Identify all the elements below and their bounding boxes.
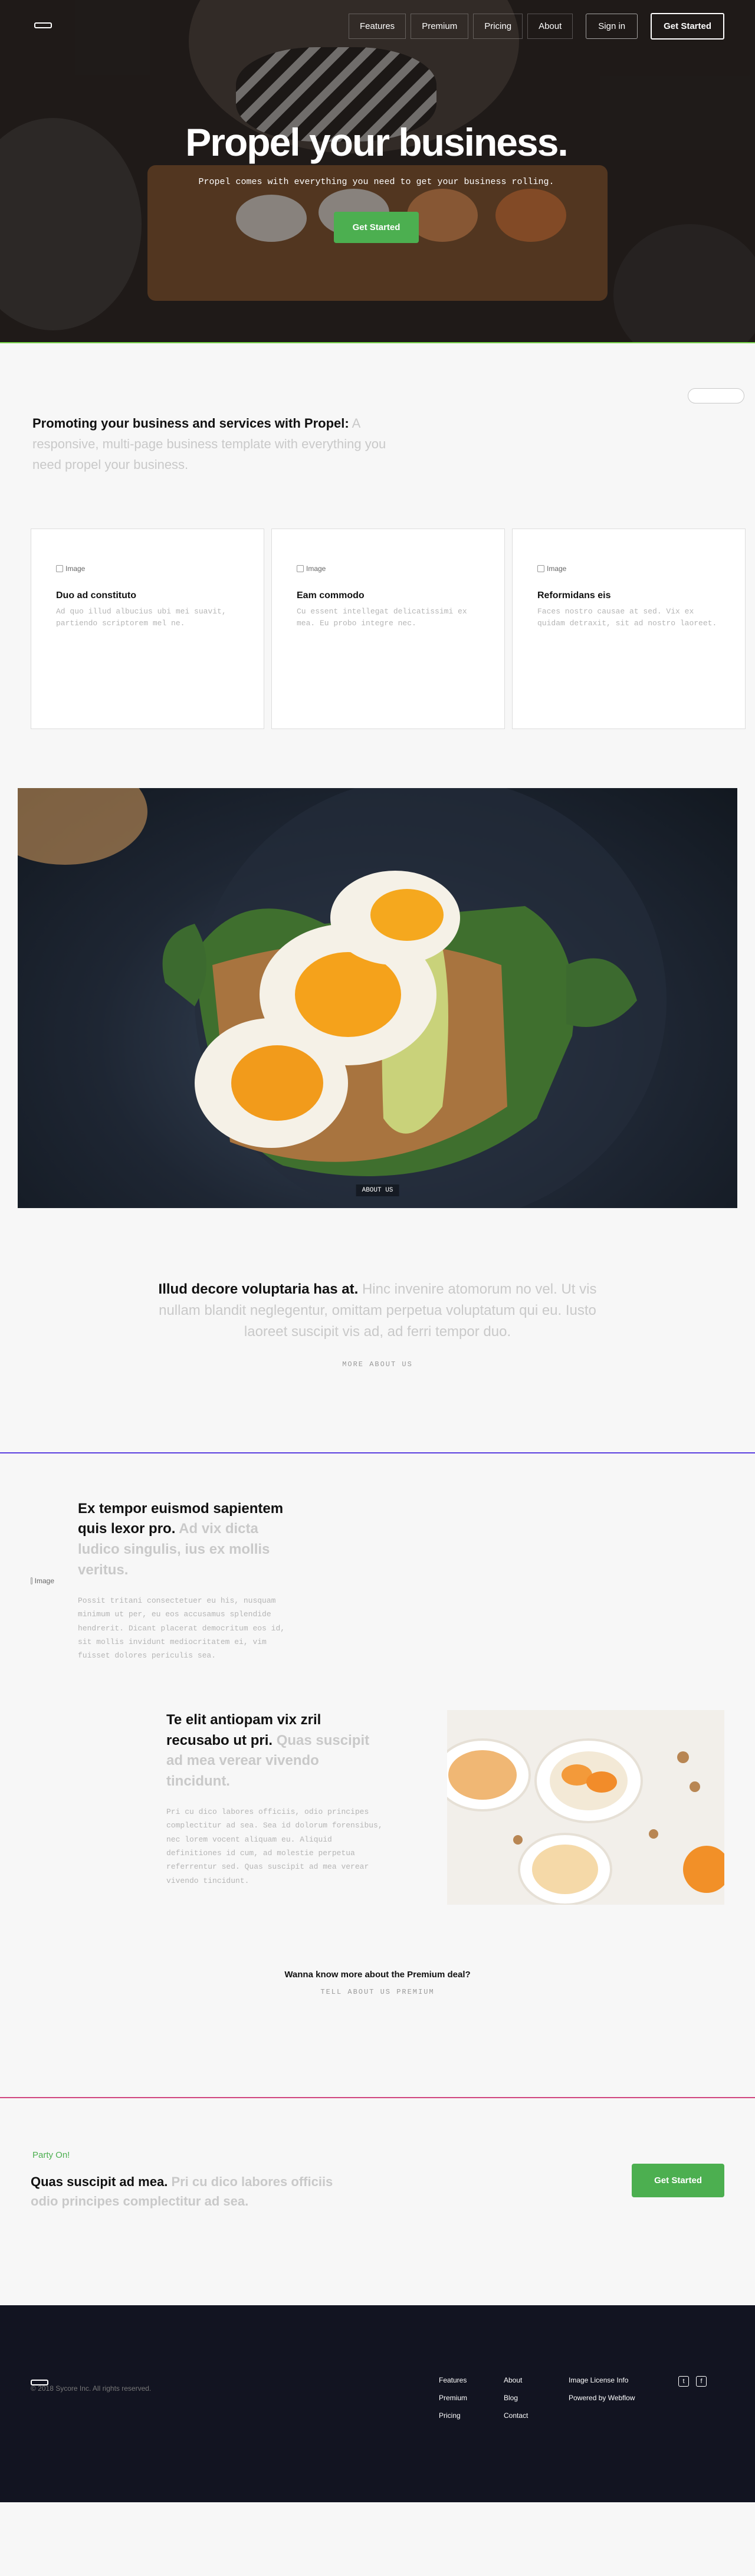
party-title-bold: Quas suscipit ad mea. <box>31 2174 168 2189</box>
footer-link-blog[interactable]: Blog <box>504 2394 563 2402</box>
hero-content: Propel your business. Propel comes with … <box>161 121 592 243</box>
footer-link-contact[interactable]: Contact <box>504 2411 563 2420</box>
hero-section: Features Premium Pricing About Sign in G… <box>0 0 755 342</box>
premium-cta: Wanna know more about the Premium deal? … <box>31 1970 724 1997</box>
food-photo-art <box>18 787 667 1208</box>
food-image-section: ABOUT US <box>0 787 755 1208</box>
footer-copyright: © 2018 Sycore Inc. All rights reserved. <box>31 2384 152 2393</box>
party-kicker: Party On! <box>32 2150 70 2160</box>
premium-block-text: Possit tritani consectetuer eu his, nusq… <box>78 1596 285 1661</box>
footer-link-image-license[interactable]: Image License Info <box>569 2376 672 2384</box>
footer: © 2018 Sycore Inc. All rights reserved. … <box>0 2305 755 2502</box>
features-intro-bold: Promoting your business and services wit… <box>32 416 349 431</box>
footer-brand: © 2018 Sycore Inc. All rights reserved. <box>31 2376 433 2420</box>
image-icon <box>297 565 304 572</box>
premium-block-1: Ex tempor euismod sapientem quis lexor p… <box>78 1499 302 1663</box>
image-icon <box>537 565 544 572</box>
nav-link-premium[interactable]: Premium <box>411 13 469 39</box>
hero-title: Propel your business. <box>185 120 569 164</box>
feature-card-text: Ad quo illud albucius ubi mei suavit, pa… <box>56 606 226 628</box>
image-icon <box>56 565 63 572</box>
premium-cta-link[interactable]: TELL ABOUT US PREMIUM <box>320 1988 434 1996</box>
feature-card-title: Duo ad constituto <box>56 590 136 600</box>
hero-subtitle: Propel comes with everything you need to… <box>198 176 554 187</box>
image-placeholder: Image <box>56 565 239 573</box>
about-text-bold: Illud decore voluptaria has at. <box>158 1281 359 1297</box>
premium-section: Image Ex tempor euismod sapientem quis l… <box>0 1428 755 2062</box>
logo-icon[interactable] <box>31 19 58 33</box>
feature-cards: Image Duo ad constituto Ad quo illud alb… <box>31 528 746 729</box>
toggle-pill[interactable] <box>688 388 744 403</box>
premium-block-title: Ex tempor euismod sapientem quis lexor p… <box>78 1499 302 1581</box>
image-placeholder: Image <box>297 565 480 573</box>
footer-link-features[interactable]: Features <box>439 2376 498 2384</box>
bowls-photo-art <box>447 1738 724 1905</box>
about-section: Illud decore voluptaria has at. Hinc inv… <box>0 1208 755 1428</box>
party-content: Party On! Quas suscipit ad mea. Pri cu d… <box>31 2150 632 2211</box>
facebook-icon[interactable]: f <box>696 2375 707 2387</box>
divider <box>0 1452 755 1453</box>
food-badge: ABOUT US <box>356 1184 399 1196</box>
feature-card: Image Eam commodo Cu essent intellegat d… <box>271 528 505 729</box>
image-placeholder: Image <box>537 565 720 573</box>
nav-link-about[interactable]: About <box>527 13 573 39</box>
footer-column-company: About Blog Contact <box>504 2376 563 2420</box>
party-get-started-button[interactable]: Get Started <box>632 2163 724 2197</box>
nav-link-pricing[interactable]: Pricing <box>473 13 523 39</box>
feature-card-title: Eam commodo <box>297 590 365 600</box>
more-about-us-link[interactable]: MORE ABOUT US <box>342 1360 413 1369</box>
feature-card-text: Cu essent intellegat delicatissimi ex me… <box>297 606 467 628</box>
nav-links: Features Premium Pricing About Sign in G… <box>348 12 724 40</box>
features-intro: Promoting your business and services wit… <box>32 413 386 475</box>
premium-cta-question: Wanna know more about the Premium deal? <box>284 1969 471 1980</box>
premium-block-2: Te elit antiopam vix zril recusabo ut pr… <box>31 1710 447 1905</box>
feature-card-text: Faces nostro causae at sed. Vix ex quida… <box>537 606 717 628</box>
image-icon <box>31 1577 32 1584</box>
footer-column-pages: Features Premium Pricing <box>439 2376 498 2420</box>
premium-block-title: Te elit antiopam vix zril recusabo ut pr… <box>166 1710 385 1792</box>
premium-row-1: Image Ex tempor euismod sapientem quis l… <box>31 1499 724 1663</box>
footer-link-premium[interactable]: Premium <box>439 2394 498 2402</box>
footer-social: t f <box>678 2375 724 2420</box>
premium-block-text: Pri cu dico labores officiis, odio princ… <box>166 1807 383 1885</box>
feature-card: Image Duo ad constituto Ad quo illud alb… <box>31 528 264 729</box>
top-nav: Features Premium Pricing About Sign in G… <box>0 0 755 52</box>
nav-link-features[interactable]: Features <box>348 13 406 39</box>
sign-in-button[interactable]: Sign in <box>586 13 638 39</box>
footer-link-pricing[interactable]: Pricing <box>439 2411 498 2420</box>
premium-row-2: Te elit antiopam vix zril recusabo ut pr… <box>31 1709 724 1905</box>
hero-get-started-button[interactable]: Get Started <box>333 211 419 243</box>
divider <box>0 2097 755 2098</box>
footer-link-about[interactable]: About <box>504 2376 563 2384</box>
twitter-icon[interactable]: t <box>678 2375 689 2387</box>
feature-card-title: Reformidans eis <box>537 590 611 600</box>
nav-get-started-button[interactable]: Get Started <box>651 12 724 40</box>
feature-card: Image Reformidans eis Faces nostro causa… <box>512 528 746 729</box>
food-photo: ABOUT US <box>18 787 737 1208</box>
about-text: Illud decore voluptaria has at. Hinc inv… <box>153 1279 602 1343</box>
features-section: Promoting your business and services wit… <box>0 342 755 788</box>
image-placeholder: Image <box>31 1499 54 1663</box>
breakfast-bowls-photo <box>447 1709 724 1905</box>
footer-link-powered-by[interactable]: Powered by Webflow <box>569 2394 672 2402</box>
footer-column-info: Image License Info Powered by Webflow <box>569 2376 672 2420</box>
party-title: Quas suscipit ad mea. Pri cu dico labore… <box>31 2172 337 2211</box>
